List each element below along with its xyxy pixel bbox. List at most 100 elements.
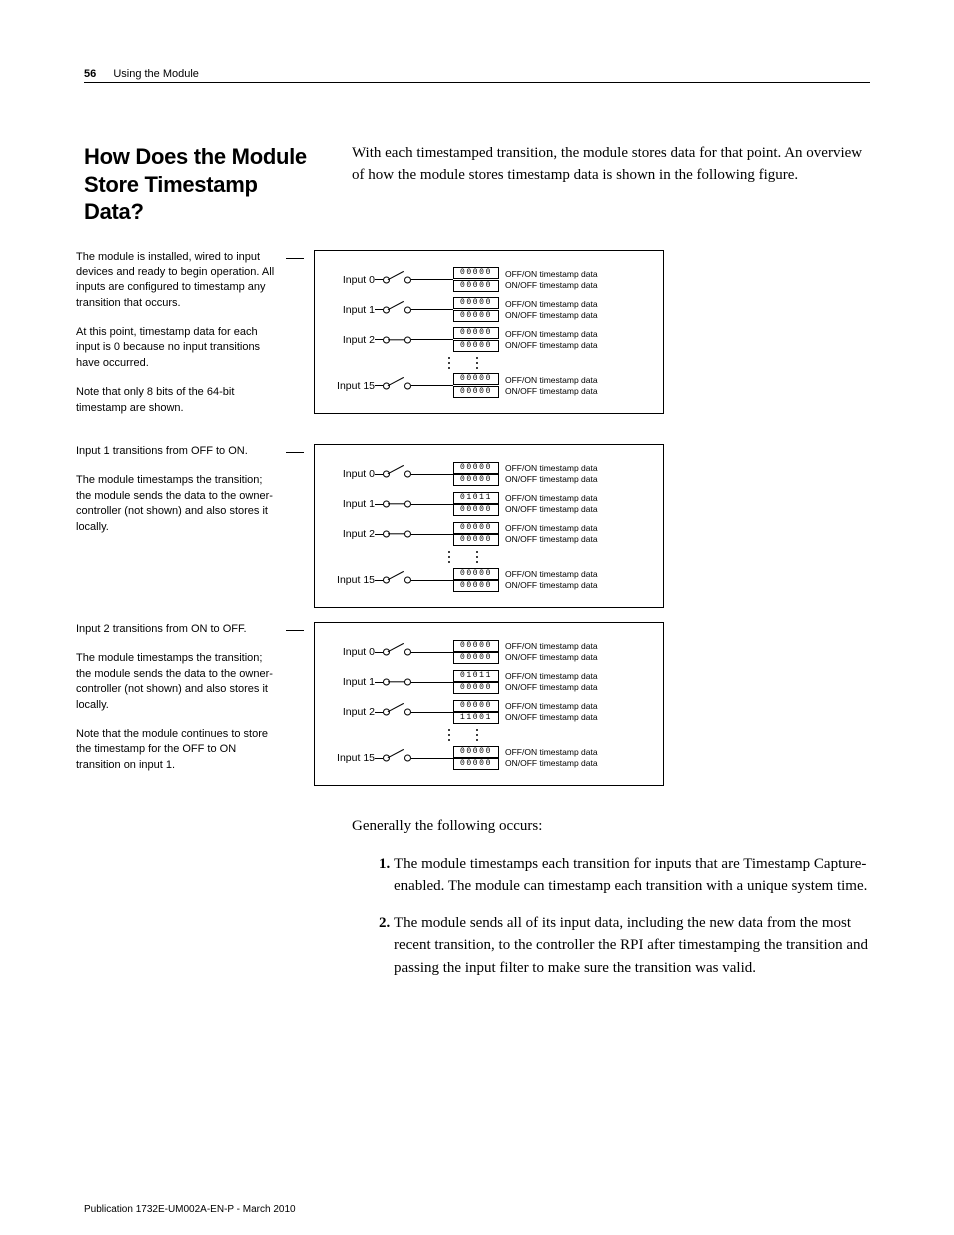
input-row: Input 10101100000OFF/ON timestamp dataON…: [327, 667, 649, 697]
timestamp-registers: 0000000000: [453, 746, 499, 771]
off-on-label: OFF/ON timestamp data: [505, 493, 598, 504]
input-label: Input 2: [327, 334, 375, 346]
figure-caption-line: Note that the module continues to store …: [76, 727, 276, 773]
switch-icon: [383, 574, 411, 586]
timestamp-label-pair: OFF/ON timestamp dataON/OFF timestamp da…: [505, 463, 598, 485]
timestamp-registers: 0000000000: [453, 267, 499, 292]
timestamp-label-pair: OFF/ON timestamp dataON/OFF timestamp da…: [505, 641, 598, 663]
timestamp-label-pair: OFF/ON timestamp dataON/OFF timestamp da…: [505, 701, 598, 723]
register-off-on: 00000: [453, 746, 499, 758]
on-off-label: ON/OFF timestamp data: [505, 652, 598, 663]
on-off-label: ON/OFF timestamp data: [505, 340, 598, 351]
off-on-label: OFF/ON timestamp data: [505, 569, 598, 580]
on-off-label: ON/OFF timestamp data: [505, 280, 598, 291]
off-on-label: OFF/ON timestamp data: [505, 671, 598, 682]
figure-panel: Input 1 transitions from OFF to ON.The m…: [286, 444, 870, 608]
off-on-label: OFF/ON timestamp data: [505, 269, 598, 280]
register-on-off: 00000: [453, 758, 499, 770]
input-label: Input 0: [327, 468, 375, 480]
input-row: Input 0 0000000000 OFF/ON timestamp dataON…: [327, 265, 649, 295]
on-off-label: ON/OFF timestamp data: [505, 580, 598, 591]
figure-caption-line: At this point, timestamp data for each i…: [76, 325, 276, 371]
module-box: Input 00000000000OFF/ON timestamp dataON…: [314, 622, 664, 786]
input-label: Input 0: [327, 274, 375, 286]
register-on-off: 00000: [453, 280, 499, 292]
switch-icon: [383, 528, 411, 540]
register-off-on: 00000: [453, 297, 499, 309]
timestamp-registers: 0000000000: [453, 297, 499, 322]
off-on-label: OFF/ON timestamp data: [505, 701, 598, 712]
switch-icon: [383, 274, 411, 286]
register-on-off: 00000: [453, 580, 499, 592]
switch-icon: [383, 380, 411, 392]
timestamp-label-pair: OFF/ON timestamp dataON/OFF timestamp da…: [505, 747, 598, 769]
timestamp-registers: 0000000000: [453, 462, 499, 487]
figure-caption: Input 1 transitions from OFF to ON.The m…: [76, 444, 276, 549]
module-box: Input 00000000000OFF/ON timestamp dataON…: [314, 444, 664, 608]
input-label: Input 15: [327, 752, 375, 764]
steps-list: The module timestamps each transition fo…: [352, 853, 870, 980]
input-row: Input 2 0000000000 OFF/ON timestamp dataON…: [327, 519, 649, 549]
timestamp-label-pair: OFF/ON timestamp dataON/OFF timestamp da…: [505, 269, 598, 291]
input-label: Input 0: [327, 646, 375, 658]
timestamp-registers: 0101100000: [453, 670, 499, 695]
timestamp-label-pair: OFF/ON timestamp dataON/OFF timestamp da…: [505, 671, 598, 693]
figure-caption-line: The module timestamps the transition; th…: [76, 473, 276, 535]
timestamp-registers: 0000011001: [453, 700, 499, 725]
register-off-on: 00000: [453, 373, 499, 385]
register-on-off: 00000: [453, 386, 499, 398]
off-on-label: OFF/ON timestamp data: [505, 299, 598, 310]
register-off-on: 01011: [453, 492, 499, 504]
input-row: Input 15 0000000000 OFF/ON timestamp dataO…: [327, 743, 649, 773]
module-box: Input 00000000000OFF/ON timestamp dataON…: [314, 250, 664, 414]
step-2: The module sends all of its input data, …: [394, 912, 870, 980]
leader-line: [286, 630, 304, 631]
timestamp-label-pair: OFF/ON timestamp dataON/OFF timestamp da…: [505, 375, 598, 397]
input-row: Input 10000000000OFF/ON timestamp dataON…: [327, 295, 649, 325]
register-on-off: 11001: [453, 712, 499, 724]
off-on-label: OFF/ON timestamp data: [505, 463, 598, 474]
input-row: Input 0 0000000000 OFF/ON timestamp dataON…: [327, 459, 649, 489]
timestamp-label-pair: OFF/ON timestamp dataON/OFF timestamp da…: [505, 523, 598, 545]
input-label: Input 2: [327, 528, 375, 540]
input-label: Input 15: [327, 380, 375, 392]
timestamp-label-pair: OFF/ON timestamp dataON/OFF timestamp da…: [505, 493, 598, 515]
register-on-off: 00000: [453, 504, 499, 516]
section-title: How Does the Module Store Timestamp Data…: [84, 143, 322, 226]
switch-icon: [383, 334, 411, 346]
input-row: Input 00000000000OFF/ON timestamp dataON…: [327, 637, 649, 667]
figure-panel: Input 2 transitions from ON to OFF.The m…: [286, 622, 870, 787]
input-row: Input 2 0000000000 OFF/ON timestamp dataON…: [327, 325, 649, 355]
ellipsis-icon: [327, 549, 649, 565]
register-off-on: 00000: [453, 327, 499, 339]
register-off-on: 00000: [453, 462, 499, 474]
running-title: Using the Module: [113, 68, 199, 80]
on-off-label: ON/OFF timestamp data: [505, 386, 598, 397]
timestamp-label-pair: OFF/ON timestamp dataON/OFF timestamp da…: [505, 299, 598, 321]
on-off-label: ON/OFF timestamp data: [505, 310, 598, 321]
register-off-on: 00000: [453, 522, 499, 534]
off-on-label: OFF/ON timestamp data: [505, 747, 598, 758]
register-off-on: 00000: [453, 700, 499, 712]
register-off-on: 01011: [453, 670, 499, 682]
timestamp-label-pair: OFF/ON timestamp dataON/OFF timestamp da…: [505, 569, 598, 591]
input-row: Input 15 0000000000 OFF/ON timestamp dataO…: [327, 371, 649, 401]
register-on-off: 00000: [453, 340, 499, 352]
figure-caption-line: Note that only 8 bits of the 64-bit time…: [76, 385, 276, 416]
input-row: Input 150000000000OFF/ON timestamp dataO…: [327, 565, 649, 595]
off-on-label: OFF/ON timestamp data: [505, 329, 598, 340]
switch-icon: [383, 498, 411, 510]
register-on-off: 00000: [453, 310, 499, 322]
figure-caption-line: Input 2 transitions from ON to OFF.: [76, 622, 276, 637]
figure-caption-line: The module is installed, wired to input …: [76, 250, 276, 312]
register-on-off: 00000: [453, 534, 499, 546]
off-on-label: OFF/ON timestamp data: [505, 375, 598, 386]
on-off-label: ON/OFF timestamp data: [505, 474, 598, 485]
register-off-on: 00000: [453, 640, 499, 652]
timestamp-registers: 0000000000: [453, 327, 499, 352]
off-on-label: OFF/ON timestamp data: [505, 523, 598, 534]
step-1: The module timestamps each transition fo…: [394, 853, 870, 898]
input-label: Input 2: [327, 706, 375, 718]
publication-footer: Publication 1732E-UM002A-EN-P - March 20…: [84, 1204, 296, 1215]
switch-icon: [383, 468, 411, 480]
